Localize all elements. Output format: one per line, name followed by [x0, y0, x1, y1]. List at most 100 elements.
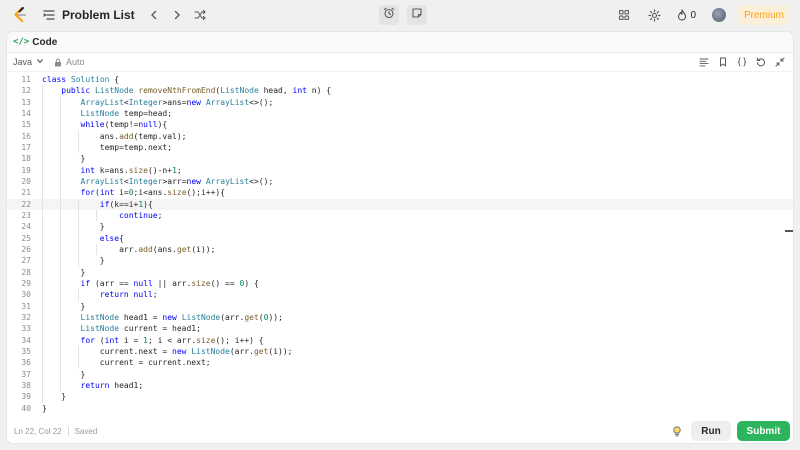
line-number: 31 — [21, 301, 31, 311]
line-number: 24 — [21, 222, 31, 232]
code-line[interactable]: 21 for(int i=0;i<ans.size();i++){ — [7, 187, 793, 199]
code-text: } — [42, 153, 86, 165]
alarm-clock-icon — [383, 6, 395, 24]
indent-guide — [60, 243, 61, 256]
code-editor[interactable]: 11 class Solution {12 public ListNode rem… — [7, 74, 793, 414]
indent-guide — [42, 345, 43, 358]
indent-guide — [78, 141, 79, 154]
code-text: ListNode head1 = new ListNode(arr.get(0)… — [31, 311, 283, 324]
indent-guide — [78, 243, 79, 256]
chevron-right-icon[interactable] — [170, 8, 184, 22]
code-line[interactable]: 29 if (arr == null || arr.size() == 0) { — [7, 277, 793, 290]
line-number: 14 — [21, 108, 31, 118]
code-line[interactable]: 35 current.next = new ListNode(arr.get(i… — [7, 345, 793, 358]
editor-toolbar: Java Auto — [7, 53, 793, 72]
code-line[interactable]: 37 } — [7, 368, 793, 380]
layout-grid-icon[interactable] — [617, 8, 631, 22]
lightbulb-icon[interactable] — [671, 425, 683, 437]
code-line[interactable]: 12 public ListNode removeNthFromEnd(List… — [7, 85, 793, 97]
code-line[interactable]: 32 ListNode head1 = new ListNode(arr.get… — [7, 311, 793, 324]
code-line[interactable]: 19 int k=ans.size()-n+1; — [7, 164, 793, 176]
indent-guide — [78, 232, 79, 244]
premium-button[interactable]: Premium — [738, 5, 790, 25]
code-text: ArrayList<Integer>arr=new ArrayList<>(); — [31, 175, 273, 188]
indent-guide — [60, 198, 61, 210]
collapse-icon[interactable] — [775, 57, 785, 67]
code-line[interactable]: 34 for (int i = 1; i < arr.size(); i++) … — [7, 334, 793, 346]
indent-guide — [42, 187, 43, 199]
code-text: } — [42, 255, 105, 267]
timer-button[interactable] — [379, 5, 399, 25]
indent-guide — [42, 96, 43, 108]
indent-guide — [42, 221, 43, 233]
code-line[interactable]: 38 return head1; — [7, 379, 793, 392]
code-text: while(temp!=null){ — [31, 119, 167, 131]
bookmark-icon[interactable] — [718, 57, 728, 67]
language-select[interactable]: Java — [13, 57, 44, 67]
code-line[interactable]: 33 ListNode current = head1; — [7, 323, 793, 335]
code-line[interactable]: 25 else{ — [7, 232, 793, 244]
code-line[interactable]: 22 if(k==i+1){ — [7, 198, 793, 210]
code-line[interactable]: 15 while(temp!=null){ — [7, 119, 793, 131]
code-line[interactable]: 39 } — [7, 391, 793, 403]
reset-icon[interactable] — [756, 57, 766, 67]
notes-button[interactable] — [407, 5, 427, 25]
code-line[interactable]: 13 ArrayList<Integer>ans=new ArrayList<>… — [7, 96, 793, 108]
streak-counter[interactable]: 0 — [677, 9, 696, 21]
problem-list-link[interactable]: Problem List — [62, 8, 135, 22]
avatar[interactable] — [712, 8, 726, 22]
status-divider — [67, 426, 69, 436]
code-line[interactable]: 11 class Solution { — [7, 74, 793, 85]
problem-list-icon[interactable] — [42, 8, 56, 22]
auto-mode-toggle[interactable]: Auto — [54, 57, 85, 67]
braces-icon[interactable] — [737, 57, 747, 67]
line-number: 29 — [21, 278, 31, 288]
code-line[interactable]: 14 ListNode temp=head; — [7, 107, 793, 120]
code-line[interactable]: 31 } — [7, 300, 793, 312]
chevron-left-icon[interactable] — [147, 8, 161, 22]
code-text: } — [42, 221, 105, 233]
code-line[interactable]: 40} — [7, 403, 793, 414]
line-number: 16 — [21, 131, 31, 141]
indent-guide — [78, 289, 79, 301]
code-line[interactable]: 27 } — [7, 255, 793, 267]
indent-guide — [42, 119, 43, 131]
code-line[interactable]: 20 ArrayList<Integer>arr=new ArrayList<>… — [7, 175, 793, 188]
indent-guide — [60, 221, 61, 233]
code-line[interactable]: 28 } — [7, 266, 793, 278]
submit-button[interactable]: Submit — [737, 421, 790, 441]
leetcode-logo[interactable] — [11, 6, 29, 24]
indent-guide — [42, 107, 43, 120]
code-text: current = current.next; — [42, 357, 211, 369]
code-line[interactable]: 23 continue; — [7, 209, 793, 222]
code-text: return head1; — [31, 379, 143, 392]
code-line[interactable]: 24 } — [7, 221, 793, 233]
line-number: 17 — [21, 142, 31, 152]
code-line[interactable]: 30 return null; — [7, 289, 793, 301]
format-code-icon[interactable] — [699, 57, 709, 67]
indent-guide — [42, 164, 43, 176]
indent-guide — [42, 300, 43, 312]
line-number: 37 — [21, 369, 31, 379]
chevron-down-icon — [36, 57, 44, 67]
code-text: } — [42, 300, 86, 312]
gear-icon[interactable] — [647, 8, 661, 22]
code-line[interactable]: 26 arr.add(ans.get(i)); — [7, 243, 793, 256]
line-number: 36 — [21, 358, 31, 368]
shuffle-icon[interactable] — [193, 8, 207, 22]
code-line[interactable]: 16 ans.add(temp.val); — [7, 130, 793, 142]
code-line[interactable]: 18 } — [7, 153, 793, 165]
scrollbar-marker[interactable] — [785, 230, 793, 232]
indent-guide — [60, 323, 61, 335]
run-button[interactable]: Run — [691, 421, 731, 441]
code-text: if (arr == null || arr.size() == 0) { — [31, 277, 259, 290]
indent-guide — [60, 345, 61, 358]
code-text: if(k==i+1){ — [31, 198, 153, 210]
indent-guide — [42, 141, 43, 154]
line-number: 30 — [21, 290, 31, 300]
line-number: 38 — [21, 380, 31, 390]
code-line[interactable]: 17 temp=temp.next; — [7, 141, 793, 154]
code-line[interactable]: 36 current = current.next; — [7, 357, 793, 369]
indent-guide — [78, 198, 79, 210]
line-number: 27 — [21, 256, 31, 266]
